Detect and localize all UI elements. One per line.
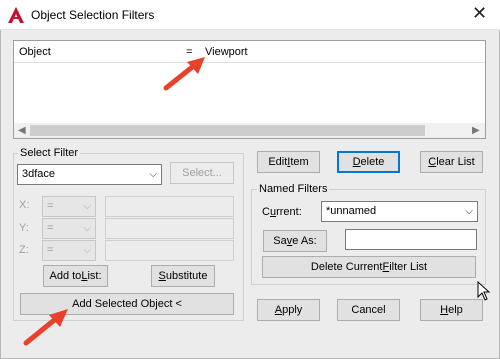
apply-label: pply: [282, 304, 303, 316]
scroll-right-icon[interactable]: ▶: [472, 125, 480, 136]
apply-accel: A: [274, 304, 283, 316]
z-value-input[interactable]: [105, 240, 234, 261]
chevron-down-icon: ⌵: [83, 223, 91, 234]
current-filter-select[interactable]: *unnamed ⌵: [321, 201, 478, 222]
edit-item-label-end: tem: [290, 156, 309, 168]
clear-list-button[interactable]: Clear List: [420, 151, 483, 173]
edit-item-button[interactable]: Edit Item: [257, 151, 320, 173]
filter-type-value: 3dface: [22, 168, 56, 180]
save-as-button[interactable]: Sa v e As:: [263, 230, 327, 252]
z-label: Z:: [19, 244, 29, 256]
filter-type-select[interactable]: 3dface ⌵: [17, 164, 162, 185]
delete-current-label-end: ilter List: [389, 261, 428, 273]
named-filters-label: Named Filters: [257, 183, 330, 195]
delete-current-filter-list-button[interactable]: Delete Current Filter List: [262, 256, 476, 278]
annotation-arrow-icon: [23, 309, 68, 346]
x-label: X:: [19, 199, 30, 211]
add-to-list-button[interactable]: Add to List:: [43, 265, 108, 287]
chevron-down-icon: ⌵: [465, 206, 473, 217]
edit-item-label: Edit: [268, 156, 288, 168]
delete-accel: D: [352, 156, 361, 168]
delete-label: elete: [360, 156, 385, 168]
scroll-left-icon[interactable]: ◀: [18, 125, 26, 136]
filter-col-object: Object: [19, 46, 51, 58]
delete-current-accel: F: [382, 261, 390, 273]
z-operator-value: =: [47, 244, 54, 256]
y-label: Y:: [19, 222, 29, 234]
delete-button[interactable]: Delete: [337, 151, 400, 173]
current-label-start: C: [262, 206, 270, 218]
save-as-label-end: e As:: [292, 235, 317, 247]
substitute-accel: S: [158, 270, 166, 282]
clear-list-label: lear List: [436, 156, 475, 168]
x-operator-value: =: [47, 200, 54, 212]
current-filter-value: *unnamed: [326, 205, 377, 217]
chevron-down-icon: ⌵: [83, 245, 91, 256]
current-label-end: rrent:: [276, 206, 302, 218]
chevron-down-icon: ⌵: [83, 201, 91, 212]
delete-current-label: Delete Current: [310, 261, 383, 273]
add-to-list-label: Add to: [49, 270, 82, 282]
help-accel: H: [440, 304, 449, 316]
current-label: Current:: [262, 206, 302, 218]
window-title: Object Selection Filters: [31, 8, 155, 22]
mouse-cursor-icon: [477, 280, 491, 301]
horizontal-scrollbar[interactable]: ◀ ▶: [14, 123, 485, 138]
filter-list-row[interactable]: Object = Viewport: [14, 41, 485, 63]
clear-list-accel: C: [428, 156, 437, 168]
z-operator-select[interactable]: = ⌵: [42, 240, 96, 261]
autocad-logo-icon: [7, 6, 25, 24]
y-value-input[interactable]: [105, 218, 234, 239]
close-icon[interactable]: ✕: [472, 3, 487, 24]
x-operator-select[interactable]: = ⌵: [42, 196, 96, 217]
annotation-arrow-icon: [163, 57, 205, 91]
select-filter-label: Select Filter: [18, 147, 81, 159]
save-as-label: Sa: [273, 235, 287, 247]
help-button[interactable]: Help: [420, 299, 483, 321]
help-label: elp: [448, 304, 463, 316]
x-value-input[interactable]: [105, 196, 234, 217]
chevron-down-icon: ⌵: [149, 169, 157, 180]
select-button[interactable]: Select...: [170, 162, 234, 184]
filter-col-value: Viewport: [205, 46, 248, 58]
y-operator-value: =: [47, 222, 54, 234]
add-to-list-label-end: ist:: [87, 270, 102, 282]
substitute-button[interactable]: Substitute: [151, 265, 215, 287]
title-bar: Object Selection Filters ✕: [0, 0, 500, 30]
filter-list[interactable]: Object = Viewport ◀ ▶: [13, 40, 486, 139]
cancel-button[interactable]: Cancel: [337, 299, 400, 321]
scrollbar-thumb[interactable]: [30, 125, 425, 136]
substitute-label: ubstitute: [165, 270, 208, 282]
y-operator-select[interactable]: = ⌵: [42, 218, 96, 239]
save-as-input[interactable]: [345, 229, 477, 250]
apply-button[interactable]: Apply: [257, 299, 320, 321]
